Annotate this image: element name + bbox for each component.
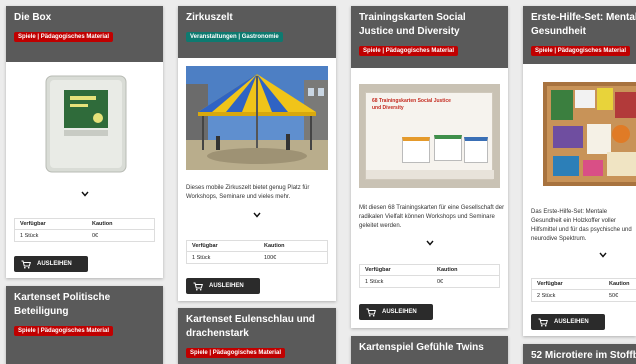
chevron-down-icon[interactable]: [599, 252, 607, 258]
product-card-kartenset-eulenschlau: Kartenset Eulenschlau und drachenstark S…: [178, 308, 336, 364]
tent-photo: [186, 66, 328, 170]
product-description: Mit diesen 68 Trainingskarten für eine G…: [359, 205, 505, 229]
card-box: 68 Trainingskarten Social Justice und Di…: [365, 92, 494, 180]
column-header-deposit: Kaution: [92, 221, 113, 227]
card-title: Kartenspiel Gefühle Twins: [359, 342, 484, 353]
availability-table: Verfügbar Kaution 2 Stück 50€: [531, 278, 636, 302]
cart-icon: [538, 318, 548, 326]
card-sample: [464, 137, 488, 163]
available-value: 1 Stück: [192, 254, 211, 261]
table-header-row: Verfügbar Kaution: [360, 265, 499, 276]
available-value: 1 Stück: [20, 232, 39, 239]
box-footer-strip: [366, 170, 494, 179]
card-title: 52 Microtiere im Stoffbeutel: [531, 350, 636, 361]
column-header-available: Verfügbar: [20, 221, 46, 227]
availability-table: Verfügbar Kaution 1 Stück 0€: [14, 218, 155, 242]
card-header: Erste-Hilfe-Set: Mentale Gesundheit Spie…: [523, 6, 636, 64]
product-image[interactable]: [535, 72, 636, 194]
product-card-gefuehle-twins: Kartenspiel Gefühle Twins: [351, 336, 508, 364]
borrow-button-label: AUSLEIHEN: [554, 319, 589, 325]
table-row: 2 Stück 50€: [532, 290, 636, 301]
borrow-button-label: AUSLEIHEN: [382, 309, 417, 315]
table-row: 1 Stück 0€: [15, 230, 154, 241]
card-title: Erste-Hilfe-Set: Mentale Gesundheit: [531, 12, 636, 37]
product-description: Das Erste-Hilfe-Set: Mentale Gesundheit …: [531, 209, 632, 242]
category-tag[interactable]: Spiele | Pädagogisches Material: [186, 348, 286, 358]
category-tag[interactable]: Spiele | Pädagogisches Material: [14, 326, 114, 336]
chevron-down-icon[interactable]: [426, 240, 434, 246]
cart-icon: [193, 282, 203, 290]
borrow-button[interactable]: AUSLEIHEN: [186, 278, 260, 294]
chevron-down-icon[interactable]: [253, 212, 261, 218]
card-sample: [434, 135, 462, 161]
table-row: 1 Stück 100€: [187, 252, 327, 263]
card-header: Kartenset Eulenschlau und drachenstark S…: [178, 308, 336, 364]
borrow-button-label: AUSLEIHEN: [37, 261, 72, 267]
box-illustration: [36, 68, 136, 178]
product-image[interactable]: [186, 66, 328, 170]
available-value: 1 Stück: [365, 278, 384, 285]
availability-table: Verfügbar Kaution 1 Stück 100€: [186, 240, 328, 264]
card-header: Kartenset Politische Beteiligung Spiele …: [6, 286, 163, 364]
chevron-down-icon[interactable]: [81, 191, 89, 197]
first-aid-kit-photo: [543, 82, 636, 186]
table-row: 1 Stück 0€: [360, 276, 499, 287]
deposit-value: 0€: [92, 232, 99, 239]
product-card-microtiere: 52 Microtiere im Stoffbeutel: [523, 344, 636, 364]
product-card-trainingskarten: Trainingskarten Social Justice und Diver…: [351, 6, 508, 328]
table-header-row: Verfügbar Kaution: [15, 219, 154, 230]
product-image[interactable]: [36, 68, 136, 178]
table-header-row: Verfügbar Kaution: [187, 241, 327, 252]
card-header: Kartenspiel Gefühle Twins: [351, 336, 508, 364]
product-card-erste-hilfe-set: Erste-Hilfe-Set: Mentale Gesundheit Spie…: [523, 6, 636, 336]
borrow-button[interactable]: AUSLEIHEN: [14, 256, 88, 272]
column-header-available: Verfügbar: [192, 243, 218, 249]
cart-icon: [21, 260, 31, 268]
table-header-row: Verfügbar Kaution: [532, 279, 636, 290]
column-header-deposit: Kaution: [264, 243, 285, 249]
card-title: Trainingskarten Social Justice und Diver…: [359, 12, 466, 37]
borrow-button-label: AUSLEIHEN: [209, 283, 244, 289]
category-tag[interactable]: Spiele | Pädagogisches Material: [359, 46, 459, 56]
card-title: Die Box: [14, 12, 52, 23]
product-card-die-box: Die Box Spiele | Pädagogisches Material …: [6, 6, 163, 278]
cart-icon: [366, 308, 376, 316]
category-tag[interactable]: Spiele | Pädagogisches Material: [14, 32, 114, 42]
deposit-value: 100€: [264, 254, 277, 261]
deposit-value: 0€: [437, 278, 444, 285]
product-image[interactable]: 68 Trainingskarten Social Justice und Di…: [359, 84, 500, 188]
category-tag[interactable]: Spiele | Pädagogisches Material: [531, 46, 631, 56]
card-sample: [402, 137, 430, 163]
column-header-deposit: Kaution: [437, 267, 458, 273]
availability-table: Verfügbar Kaution 1 Stück 0€: [359, 264, 500, 288]
product-description: Dieses mobile Zirkuszelt bietet genug Pl…: [186, 185, 310, 200]
card-title: Kartenset Eulenschlau und drachenstark: [186, 314, 315, 339]
column-header-available: Verfügbar: [537, 281, 563, 287]
borrow-button[interactable]: AUSLEIHEN: [359, 304, 433, 320]
deposit-value: 50€: [609, 292, 619, 299]
category-tag[interactable]: Veranstaltungen | Gastronomie: [186, 32, 283, 42]
card-title: Kartenset Politische Beteiligung: [14, 292, 111, 317]
card-header: 52 Microtiere im Stoffbeutel: [523, 344, 636, 364]
column-header-available: Verfügbar: [365, 267, 391, 273]
borrow-button[interactable]: AUSLEIHEN: [531, 314, 605, 330]
card-header: Trainingskarten Social Justice und Diver…: [351, 6, 508, 68]
card-header: Die Box Spiele | Pädagogisches Material: [6, 6, 163, 62]
column-header-deposit: Kaution: [609, 281, 630, 287]
box-heading: 68 Trainingskarten Social Justice und Di…: [372, 98, 451, 111]
card-title: Zirkuszelt: [186, 12, 233, 23]
available-value: 2 Stück: [537, 292, 556, 299]
product-card-kartenset-politische-beteiligung: Kartenset Politische Beteiligung Spiele …: [6, 286, 163, 364]
card-header: Zirkuszelt Veranstaltungen | Gastronomie: [178, 6, 336, 58]
product-card-zirkuszelt: Zirkuszelt Veranstaltungen | Gastronomie…: [178, 6, 336, 301]
